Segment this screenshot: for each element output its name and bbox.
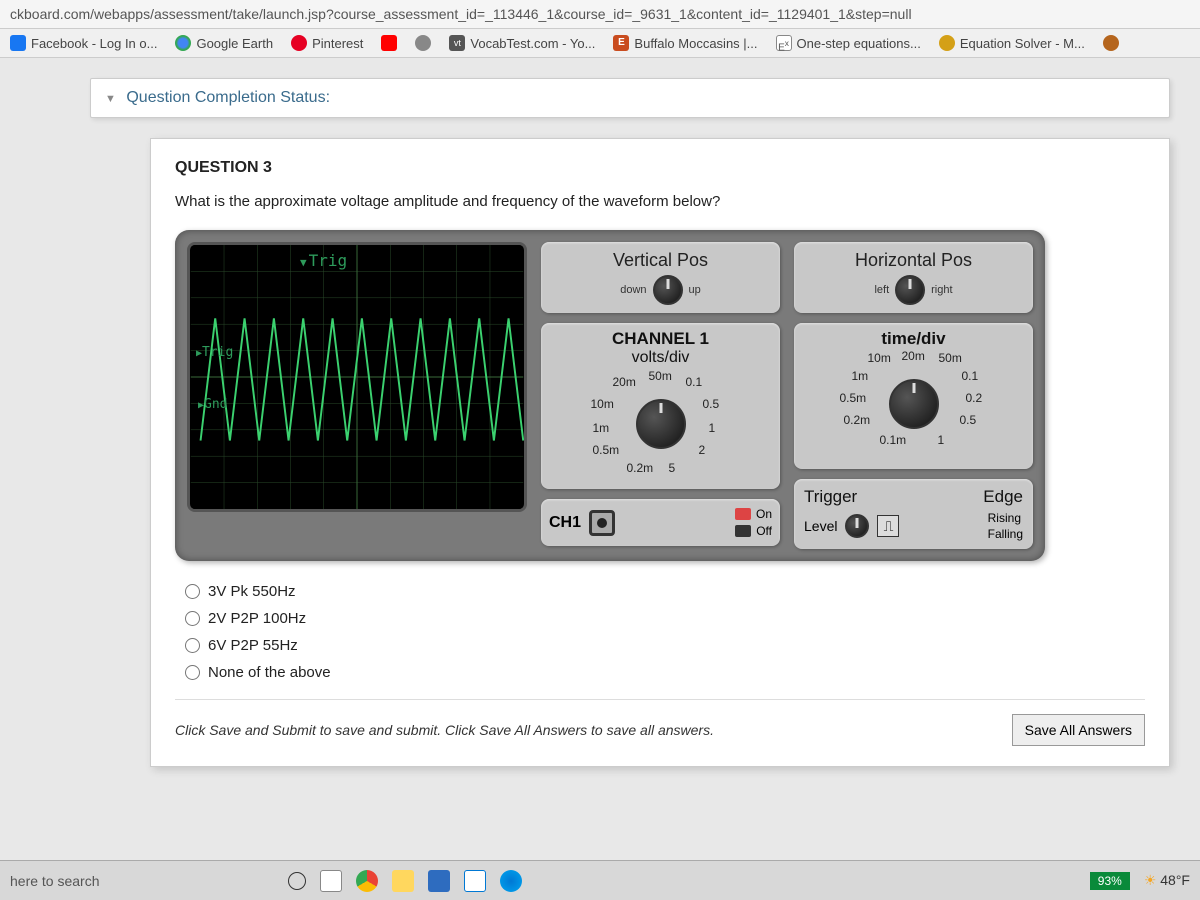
question-completion-status[interactable]: ▼ Question Completion Status: — [90, 78, 1170, 118]
bookmark-buffalo[interactable]: EBuffalo Moccasins |... — [613, 35, 757, 51]
on-label: On — [756, 507, 772, 521]
status-label: Question Completion Status: — [126, 89, 330, 106]
screen-gnd: Gnd — [198, 397, 228, 412]
answer-a[interactable]: 3V Pk 550Hz — [185, 583, 1145, 600]
oscilloscope: Trig Trig Gnd Vertical Pos down up — [175, 230, 1045, 561]
file-explorer-icon[interactable] — [392, 870, 414, 892]
chevron-down-icon: ▼ — [105, 93, 116, 105]
edge-label: Edge — [983, 487, 1023, 507]
horizontal-pos-panel: Horizontal Pos left right — [794, 242, 1033, 313]
hpos-left-label: left — [874, 284, 889, 296]
screen-trig-side: Trig — [196, 345, 233, 360]
answer-d[interactable]: None of the above — [185, 664, 1145, 681]
ch1-off-switch[interactable] — [735, 525, 751, 537]
horizontal-pos-title: Horizontal Pos — [804, 250, 1023, 271]
footer-instructions: Click Save and Submit to save and submit… — [175, 722, 714, 738]
oscilloscope-screen: Trig Trig Gnd — [187, 242, 527, 512]
weather-temp[interactable]: ☀ 48°F — [1144, 872, 1190, 889]
ch1-on-switch[interactable] — [735, 508, 751, 520]
bookmark-facebook[interactable]: Facebook - Log In o... — [10, 35, 157, 51]
sun-icon: ☀ — [1144, 872, 1157, 888]
generic-icon — [415, 35, 431, 51]
volts-div-knob[interactable] — [636, 399, 686, 449]
bookmark-onestep[interactable]: ExOne-step equations... — [776, 35, 921, 51]
battery-status[interactable]: 93% — [1090, 872, 1130, 890]
horizontal-pos-knob[interactable] — [895, 275, 925, 305]
trigger-label: Trigger — [804, 487, 857, 507]
vpos-up-label: up — [689, 284, 701, 296]
vertical-pos-knob[interactable] — [653, 275, 683, 305]
volts-div-panel: CHANNEL 1 volts/div 50m 0.1 0.5 1 2 5 0.… — [541, 323, 780, 489]
ch1-panel: CH1 On Off — [541, 499, 780, 546]
ex-icon: Ex — [776, 35, 792, 51]
ch1-bnc[interactable] — [589, 510, 615, 536]
answer-b[interactable]: 2V P2P 100Hz — [185, 610, 1145, 627]
radio-a[interactable] — [185, 584, 200, 599]
time-div-knob[interactable] — [889, 379, 939, 429]
radio-c[interactable] — [185, 638, 200, 653]
vpos-down-label: down — [620, 284, 646, 296]
pinterest-icon — [291, 35, 307, 51]
radio-b[interactable] — [185, 611, 200, 626]
google-earth-icon — [175, 35, 191, 51]
bookmark-youtube[interactable] — [381, 35, 397, 51]
taskbar-search[interactable]: here to search — [10, 873, 100, 889]
vertical-pos-panel: Vertical Pos down up — [541, 242, 780, 313]
mail-icon[interactable] — [464, 870, 486, 892]
answer-options: 3V Pk 550Hz 2V P2P 100Hz 6V P2P 55Hz Non… — [175, 583, 1145, 681]
youtube-icon — [381, 35, 397, 51]
store-icon[interactable] — [428, 870, 450, 892]
eq-icon — [939, 35, 955, 51]
edge-icon[interactable]: ⎍ — [877, 515, 899, 537]
question-text: What is the approximate voltage amplitud… — [175, 193, 1145, 210]
trigger-panel: Trigger Edge Level ⎍ Rising Falling — [794, 479, 1033, 549]
hpos-right-label: right — [931, 284, 952, 296]
question-number: QUESTION 3 — [175, 159, 1145, 177]
radio-d[interactable] — [185, 665, 200, 680]
level-label: Level — [804, 518, 837, 534]
taskbar: here to search 93% ☀ 48°F — [0, 860, 1200, 900]
bookmark-last[interactable] — [1103, 35, 1119, 51]
off-label: Off — [756, 524, 772, 538]
vt-icon: vt — [449, 35, 465, 51]
last-icon — [1103, 35, 1119, 51]
falling-label: Falling — [988, 527, 1023, 541]
taskview-icon[interactable] — [320, 870, 342, 892]
channel1-label: CHANNEL 1 — [549, 329, 772, 349]
facebook-icon — [10, 35, 26, 51]
trigger-level-knob[interactable] — [845, 514, 869, 538]
bookmark-generic[interactable] — [415, 35, 431, 51]
chrome-icon[interactable] — [356, 870, 378, 892]
bookmark-pinterest[interactable]: Pinterest — [291, 35, 363, 51]
edge-icon[interactable] — [500, 870, 522, 892]
time-div-label: time/div — [802, 329, 1025, 349]
ch1-label: CH1 — [549, 514, 581, 532]
bookmark-equation-solver[interactable]: Equation Solver - M... — [939, 35, 1085, 51]
e-icon: E — [613, 35, 629, 51]
volts-div-label: volts/div — [549, 349, 772, 367]
time-div-panel: time/div 20m 50m 0.1 0.2 0.5 1 0.1m 0.2m… — [794, 323, 1033, 469]
url-bar[interactable]: ckboard.com/webapps/assessment/take/laun… — [0, 0, 1200, 29]
rising-label: Rising — [988, 511, 1023, 525]
vertical-pos-title: Vertical Pos — [551, 250, 770, 271]
answer-c[interactable]: 6V P2P 55Hz — [185, 637, 1145, 654]
bookmark-vocabtest[interactable]: vtVocabTest.com - Yo... — [449, 35, 595, 51]
bookmark-google-earth[interactable]: Google Earth — [175, 35, 273, 51]
screen-trig-top: Trig — [300, 251, 347, 270]
bookmarks-bar: Facebook - Log In o... Google Earth Pint… — [0, 29, 1200, 58]
question-block: QUESTION 3 What is the approximate volta… — [150, 138, 1170, 767]
cortana-icon[interactable] — [288, 872, 306, 890]
save-all-answers-button[interactable]: Save All Answers — [1012, 714, 1145, 746]
